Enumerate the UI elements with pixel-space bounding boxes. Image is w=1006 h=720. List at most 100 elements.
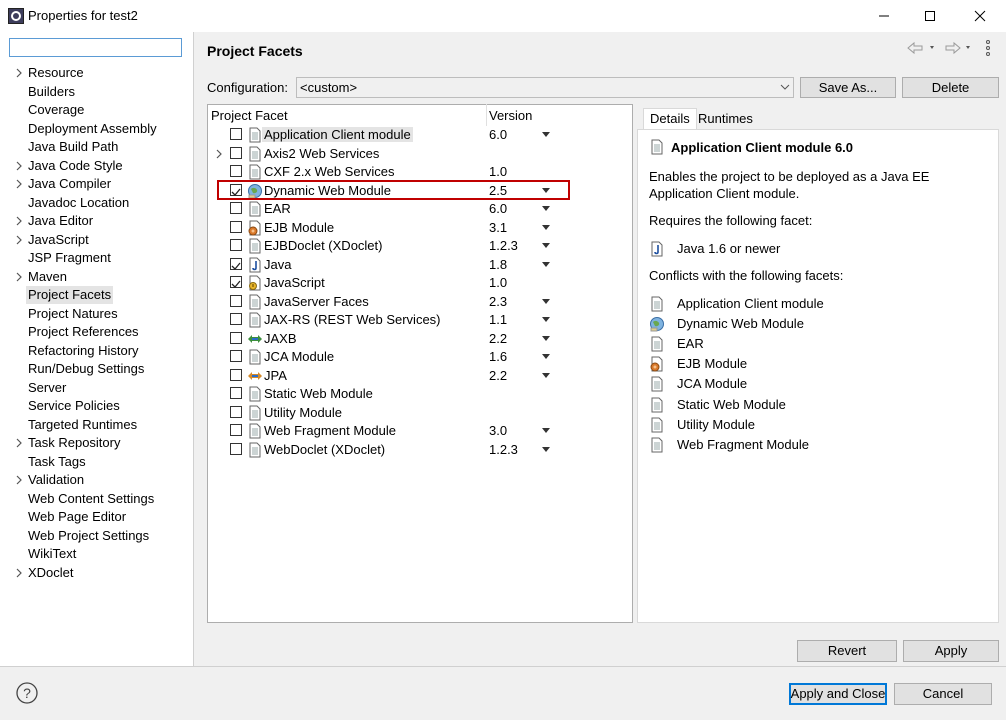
- tree-item-web-project-settings[interactable]: Web Project Settings: [28, 527, 149, 545]
- version-dropdown-icon[interactable]: [542, 354, 550, 360]
- facet-checkbox[interactable]: [230, 442, 242, 455]
- facet-checkbox[interactable]: [230, 405, 242, 418]
- facet-row[interactable]: Axis2 Web Services: [208, 145, 632, 163]
- tree-item-web-content-settings[interactable]: Web Content Settings: [28, 490, 154, 508]
- facet-row[interactable]: Java 1.8: [208, 256, 632, 274]
- facet-row[interactable]: EJB Module 3.1: [208, 219, 632, 237]
- apply-and-close-button[interactable]: Apply and Close: [789, 683, 887, 705]
- version-dropdown-icon[interactable]: [542, 224, 550, 231]
- facet-checkbox[interactable]: [230, 350, 242, 362]
- facet-checkbox[interactable]: [230, 220, 242, 233]
- delete-button[interactable]: Delete: [902, 77, 999, 98]
- chevron-right-icon[interactable]: [14, 474, 24, 486]
- tree-item-java-code-style[interactable]: Java Code Style: [28, 157, 123, 175]
- facet-row[interactable]: JCA Module 1.6: [208, 348, 632, 366]
- facet-checkbox[interactable]: [230, 257, 242, 270]
- chevron-right-icon[interactable]: [14, 67, 24, 79]
- facet-checkbox[interactable]: [230, 202, 242, 214]
- chevron-right-icon[interactable]: [14, 567, 24, 579]
- tree-item-jsp-fragment[interactable]: JSP Fragment: [28, 249, 111, 267]
- forward-icon[interactable]: [945, 41, 970, 55]
- cancel-button[interactable]: Cancel: [894, 683, 992, 705]
- version-dropdown-icon[interactable]: [542, 206, 550, 212]
- minimize-button[interactable]: [861, 0, 907, 32]
- facet-checkbox[interactable]: [230, 294, 242, 307]
- facet-checkbox[interactable]: [230, 239, 242, 251]
- facet-checkbox[interactable]: [230, 128, 242, 140]
- tree-item-coverage[interactable]: Coverage: [28, 101, 84, 119]
- tree-item-wikitext[interactable]: WikiText: [28, 545, 76, 563]
- facet-version[interactable]: 3.0: [489, 423, 507, 438]
- tree-item-run-debug-settings[interactable]: Run/Debug Settings: [28, 360, 144, 378]
- facet-checkbox[interactable]: [230, 368, 242, 381]
- tree-item-java-compiler[interactable]: Java Compiler: [28, 175, 111, 193]
- tree-item-resource[interactable]: Resource: [28, 64, 84, 82]
- version-dropdown-icon[interactable]: [542, 317, 550, 323]
- facet-checkbox[interactable]: [230, 165, 242, 177]
- facet-row[interactable]: JPA 2.2: [208, 367, 632, 385]
- version-dropdown-icon[interactable]: [542, 132, 550, 138]
- tree-item-javascript[interactable]: JavaScript: [28, 231, 89, 249]
- apply-button[interactable]: Apply: [903, 640, 999, 662]
- facet-version[interactable]: 6.0: [489, 201, 507, 216]
- chevron-right-icon[interactable]: [14, 234, 24, 246]
- facet-row[interactable]: WebDoclet (XDoclet) 1.2.3: [208, 441, 632, 459]
- facet-checkbox[interactable]: [230, 387, 242, 399]
- close-button[interactable]: [957, 0, 1003, 32]
- chevron-right-icon[interactable]: [214, 148, 224, 160]
- facet-version[interactable]: 2.2: [489, 331, 507, 346]
- tree-item-validation[interactable]: Validation: [28, 471, 84, 489]
- facet-version[interactable]: 1.1: [489, 312, 507, 327]
- tree-item-java-editor[interactable]: Java Editor: [28, 212, 93, 230]
- tree-item-deployment-assembly[interactable]: Deployment Assembly: [28, 120, 157, 138]
- facet-version[interactable]: 2.2: [489, 368, 507, 383]
- version-dropdown-icon[interactable]: [542, 261, 550, 268]
- facet-checkbox[interactable]: [230, 313, 242, 325]
- facet-version[interactable]: 1.2.3: [489, 442, 518, 457]
- version-dropdown-icon[interactable]: [542, 335, 550, 342]
- facet-row[interactable]: EAR 6.0: [208, 200, 632, 218]
- tree-item-project-references[interactable]: Project References: [28, 323, 139, 341]
- facet-row[interactable]: Utility Module: [208, 404, 632, 422]
- view-menu-icon[interactable]: [986, 40, 990, 56]
- facet-row[interactable]: EJBDoclet (XDoclet) 1.2.3: [208, 237, 632, 255]
- facet-row[interactable]: CXF 2.x Web Services 1.0: [208, 163, 632, 181]
- chevron-right-icon[interactable]: [14, 178, 24, 190]
- tree-item-java-build-path[interactable]: Java Build Path: [28, 138, 118, 156]
- version-dropdown-icon[interactable]: [542, 428, 550, 434]
- tree-item-task-repository[interactable]: Task Repository: [28, 434, 120, 452]
- maximize-button[interactable]: [907, 0, 953, 32]
- facet-version[interactable]: 1.2.3: [489, 238, 518, 253]
- facet-row[interactable]: JavaScript 1.0: [208, 274, 632, 292]
- facet-version[interactable]: 2.3: [489, 294, 507, 309]
- version-dropdown-icon[interactable]: [542, 298, 550, 305]
- facet-checkbox[interactable]: [230, 146, 242, 159]
- tree-item-builders[interactable]: Builders: [28, 83, 75, 101]
- facet-row[interactable]: JAXB 2.2: [208, 330, 632, 348]
- filter-input[interactable]: [9, 38, 182, 57]
- tree-item-refactoring-history[interactable]: Refactoring History: [28, 342, 139, 360]
- chevron-right-icon[interactable]: [14, 271, 24, 283]
- chevron-right-icon[interactable]: [14, 160, 24, 172]
- facet-row[interactable]: Static Web Module: [208, 385, 632, 403]
- tree-item-project-natures[interactable]: Project Natures: [28, 305, 118, 323]
- tab-details[interactable]: Details: [643, 108, 697, 129]
- version-dropdown-icon[interactable]: [542, 372, 550, 379]
- revert-button[interactable]: Revert: [797, 640, 897, 662]
- version-dropdown-icon[interactable]: [542, 243, 550, 249]
- tree-item-targeted-runtimes[interactable]: Targeted Runtimes: [28, 416, 137, 434]
- facet-row[interactable]: Web Fragment Module 3.0: [208, 422, 632, 440]
- facet-row[interactable]: Application Client module 6.0: [208, 126, 632, 144]
- facet-row[interactable]: JAX-RS (REST Web Services) 1.1: [208, 311, 632, 329]
- facet-row[interactable]: JavaServer Faces 2.3: [208, 293, 632, 311]
- tree-item-project-facets[interactable]: Project Facets: [26, 286, 114, 304]
- tree-item-service-policies[interactable]: Service Policies: [28, 397, 120, 415]
- facet-checkbox[interactable]: [230, 276, 242, 288]
- chevron-right-icon[interactable]: [14, 437, 24, 449]
- configuration-select[interactable]: [296, 77, 794, 98]
- facet-checkbox[interactable]: [230, 331, 242, 344]
- facet-version[interactable]: 1.8: [489, 257, 507, 272]
- tree-item-server[interactable]: Server: [28, 379, 66, 397]
- tab-runtimes[interactable]: Runtimes: [692, 109, 759, 130]
- back-icon[interactable]: [907, 41, 934, 55]
